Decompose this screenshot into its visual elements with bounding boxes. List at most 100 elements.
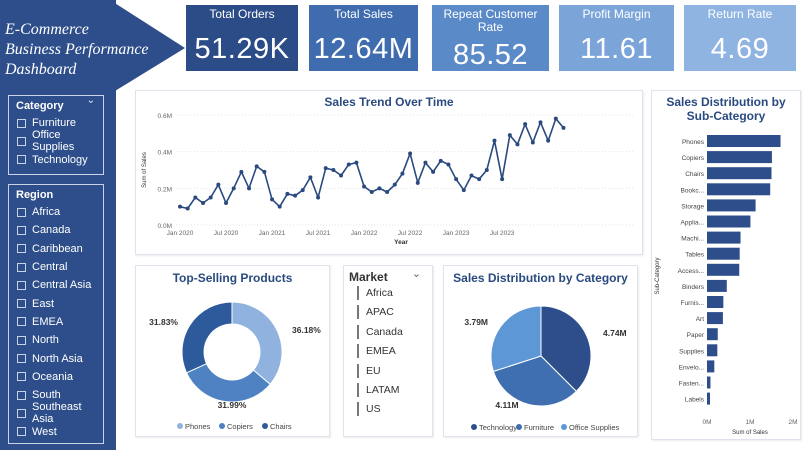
- checkbox[interactable]: [357, 382, 359, 397]
- checkbox[interactable]: [17, 207, 26, 217]
- bar[interactable]: [707, 215, 751, 228]
- checkbox[interactable]: [17, 280, 26, 290]
- data-point[interactable]: [484, 168, 489, 172]
- chevron-down-icon[interactable]: ⌄: [87, 95, 95, 106]
- checkbox[interactable]: [17, 225, 26, 235]
- checkbox[interactable]: [357, 363, 359, 378]
- category-option[interactable]: Office Supplies: [9, 129, 103, 153]
- data-point[interactable]: [538, 120, 543, 125]
- data-point[interactable]: [354, 160, 359, 165]
- bar[interactable]: [707, 247, 740, 260]
- checkbox[interactable]: [17, 155, 26, 165]
- data-point[interactable]: [346, 162, 351, 167]
- data-point[interactable]: [362, 184, 367, 189]
- region-option[interactable]: Caribbean: [9, 240, 103, 258]
- data-point[interactable]: [254, 164, 259, 169]
- checkbox[interactable]: [357, 324, 359, 339]
- market-option[interactable]: EMEA: [357, 344, 403, 364]
- bar[interactable]: [707, 296, 724, 308]
- bar[interactable]: [707, 279, 727, 292]
- checkbox[interactable]: [357, 344, 359, 359]
- data-point[interactable]: [308, 175, 313, 180]
- data-point[interactable]: [523, 122, 528, 127]
- checkbox[interactable]: [17, 262, 26, 272]
- data-point[interactable]: [277, 204, 282, 209]
- data-point[interactable]: [208, 195, 213, 200]
- data-point[interactable]: [323, 166, 328, 171]
- region-slicer-header[interactable]: Region: [9, 185, 103, 203]
- data-point[interactable]: [461, 188, 466, 193]
- bar[interactable]: [707, 376, 711, 389]
- region-option[interactable]: Canada: [9, 221, 103, 239]
- region-option[interactable]: East: [9, 294, 103, 312]
- data-point[interactable]: [339, 173, 344, 178]
- data-point[interactable]: [392, 182, 397, 187]
- data-point[interactable]: [293, 193, 298, 198]
- data-point[interactable]: [247, 186, 252, 191]
- pie-slice[interactable]: [181, 301, 233, 374]
- region-option[interactable]: Oceania: [9, 368, 103, 386]
- checkbox[interactable]: [17, 372, 26, 382]
- checkbox[interactable]: [17, 317, 26, 327]
- checkbox[interactable]: [357, 286, 359, 300]
- checkbox[interactable]: [17, 408, 26, 418]
- data-point[interactable]: [316, 195, 321, 200]
- data-point[interactable]: [185, 206, 190, 211]
- checkbox[interactable]: [17, 244, 26, 254]
- bar[interactable]: [707, 360, 715, 373]
- data-point[interactable]: [193, 195, 198, 200]
- bar[interactable]: [707, 167, 772, 180]
- data-point[interactable]: [530, 140, 535, 145]
- bar[interactable]: [707, 328, 718, 341]
- region-option[interactable]: Africa: [9, 203, 103, 221]
- data-point[interactable]: [216, 182, 221, 187]
- data-point[interactable]: [270, 197, 275, 202]
- bar[interactable]: [707, 151, 772, 164]
- region-option[interactable]: Southeast Asia: [9, 401, 103, 425]
- data-point[interactable]: [377, 186, 382, 191]
- data-point[interactable]: [438, 158, 443, 163]
- data-point[interactable]: [546, 138, 551, 143]
- data-point[interactable]: [454, 177, 459, 182]
- region-option[interactable]: North: [9, 331, 103, 349]
- checkbox[interactable]: [17, 354, 26, 364]
- data-point[interactable]: [507, 133, 512, 138]
- category-slicer-header[interactable]: Category ⌄: [9, 95, 103, 114]
- data-point[interactable]: [201, 201, 206, 205]
- chevron-down-icon[interactable]: ⌄: [412, 267, 421, 280]
- bar[interactable]: [707, 392, 711, 405]
- checkbox[interactable]: [17, 136, 26, 146]
- data-point[interactable]: [239, 169, 244, 174]
- data-point[interactable]: [553, 116, 558, 121]
- data-point[interactable]: [492, 138, 497, 143]
- data-point[interactable]: [385, 190, 390, 194]
- bar[interactable]: [707, 344, 718, 357]
- region-option[interactable]: EMEA: [9, 313, 103, 331]
- data-point[interactable]: [477, 177, 482, 182]
- data-point[interactable]: [431, 169, 436, 174]
- bar[interactable]: [707, 263, 740, 276]
- data-point[interactable]: [231, 186, 236, 191]
- bar[interactable]: [707, 199, 756, 212]
- checkbox[interactable]: [17, 427, 26, 437]
- bar[interactable]: [707, 183, 771, 196]
- data-point[interactable]: [300, 188, 305, 193]
- checkbox[interactable]: [17, 299, 26, 309]
- data-point[interactable]: [331, 168, 336, 172]
- region-option[interactable]: North Asia: [9, 349, 103, 367]
- data-point[interactable]: [408, 151, 413, 156]
- market-option[interactable]: EU: [357, 363, 403, 384]
- data-point[interactable]: [262, 169, 267, 174]
- data-point[interactable]: [178, 204, 182, 209]
- checkbox[interactable]: [17, 390, 26, 400]
- market-option[interactable]: US: [357, 402, 403, 422]
- checkbox[interactable]: [357, 305, 359, 320]
- data-point[interactable]: [515, 142, 520, 147]
- checkbox[interactable]: [357, 402, 359, 417]
- data-point[interactable]: [469, 173, 474, 178]
- region-option[interactable]: Central Asia: [9, 276, 103, 294]
- checkbox[interactable]: [17, 118, 26, 128]
- data-point[interactable]: [369, 190, 374, 194]
- market-option[interactable]: LATAM: [357, 382, 403, 403]
- market-option[interactable]: APAC: [357, 305, 403, 325]
